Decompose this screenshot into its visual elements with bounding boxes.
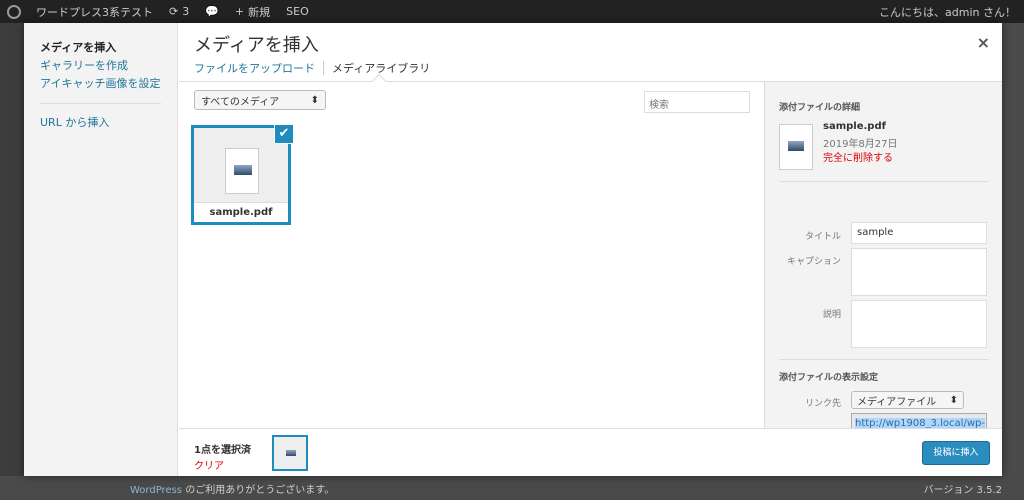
selected-thumbnail[interactable]	[272, 435, 308, 471]
link-to-value: メディアファイル	[857, 396, 937, 408]
select-arrows-icon: ⬍	[310, 94, 319, 106]
delete-permanently-link[interactable]: 完全に削除する	[823, 149, 893, 164]
media-router: ファイルをアップロード メディアライブラリ	[194, 60, 438, 76]
modal-title: メディアを挿入	[194, 35, 319, 56]
menu-separator	[40, 103, 161, 104]
new-label: 新規	[248, 5, 271, 19]
tab-divider	[323, 61, 324, 75]
link-to-label: リンク先	[804, 399, 841, 409]
checkmark-icon[interactable]: ✔	[274, 124, 294, 144]
clear-selection-link[interactable]: クリア	[194, 457, 224, 472]
updates-link[interactable]: ⟳ 3	[161, 0, 197, 23]
admin-footer: WordPress のご利用ありがとうございます。 バージョン 3.5.2	[0, 476, 1024, 500]
footer-version: バージョン 3.5.2	[923, 484, 1002, 496]
document-thumbnail-icon	[779, 124, 813, 170]
tab-upload-files[interactable]: ファイルをアップロード	[194, 60, 323, 76]
title-field[interactable]: sample	[851, 222, 987, 244]
media-type-filter[interactable]: すべてのメディア ⬍	[194, 90, 326, 110]
details-filename: sample.pdf	[823, 121, 886, 132]
account-greeting[interactable]: こんにちは、admin さん！	[871, 0, 1024, 23]
caption-label: キャプション	[786, 257, 841, 267]
menu-item-insert-media[interactable]: メディアを挿入	[24, 39, 177, 57]
attachment-details-sidebar: 添付ファイルの詳細 sample.pdf 2019年8月27日 完全に削除する …	[764, 82, 1002, 435]
menu-item-create-gallery[interactable]: ギャラリーを作成	[24, 57, 177, 75]
menu-item-featured-image[interactable]: アイキャッチ画像を設定	[24, 75, 177, 93]
document-icon	[225, 148, 259, 194]
insert-into-post-button[interactable]: 投稿に挿入	[922, 441, 990, 465]
details-date: 2019年8月27日	[823, 139, 898, 150]
seo-link[interactable]: SEO	[278, 0, 317, 23]
page-backdrop	[1002, 23, 1024, 500]
refresh-icon: ⟳	[169, 5, 179, 18]
details-heading: 添付ファイルの詳細	[779, 103, 861, 113]
filter-value: すべてのメディア	[201, 96, 280, 108]
tab-media-library[interactable]: メディアライブラリ	[332, 60, 438, 76]
comments-link[interactable]: 💬	[197, 0, 227, 23]
comment-icon: 💬	[205, 5, 219, 18]
plus-icon: +	[234, 5, 245, 18]
attachment-filename: sample.pdf	[194, 202, 288, 222]
search-input[interactable]: 検索	[644, 91, 750, 113]
media-menu: メディアを挿入 ギャラリーを作成 アイキャッチ画像を設定 URL から挿入	[24, 23, 178, 476]
admin-menu-backdrop	[0, 23, 24, 500]
display-divider	[779, 359, 989, 360]
footer-thanks-text: のご利用ありがとうございます。	[182, 484, 335, 496]
new-content-link[interactable]: + 新規	[227, 0, 278, 23]
details-divider	[779, 181, 989, 182]
display-settings-heading: 添付ファイルの表示設定	[779, 373, 879, 383]
site-name-link[interactable]: ワードプレス3系テスト	[28, 0, 161, 23]
menu-item-insert-from-url[interactable]: URL から挿入	[24, 114, 177, 132]
site-name-label: ワードプレス3系テスト	[36, 5, 153, 19]
seo-label: SEO	[286, 5, 309, 18]
close-icon[interactable]: ×	[977, 33, 990, 52]
caption-field[interactable]	[851, 248, 987, 296]
description-label: 説明	[822, 310, 841, 320]
footer-thanks: WordPress のご利用ありがとうございます。	[130, 481, 334, 496]
link-to-select[interactable]: メディアファイル ⬍	[851, 391, 964, 409]
media-library-content: すべてのメディア ⬍ 検索 sample.pdf ✔	[179, 82, 764, 428]
greeting-label: こんにちは、admin さん！	[879, 5, 1016, 19]
admin-bar: ワードプレス3系テスト ⟳ 3 💬 + 新規 SEO こんにちは、admin さん！	[0, 0, 1024, 23]
title-label: タイトル	[804, 232, 841, 242]
wordpress-link[interactable]: WordPress	[130, 485, 182, 496]
description-field[interactable]	[851, 300, 987, 348]
select-arrows-icon: ⬍	[949, 394, 958, 406]
media-toolbar: 1点を選択済 クリア 投稿に挿入	[179, 428, 1002, 476]
media-modal: メディアを挿入 ギャラリーを作成 アイキャッチ画像を設定 URL から挿入 メデ…	[24, 23, 1002, 476]
wordpress-logo-icon[interactable]	[0, 0, 28, 23]
selection-count: 1点を選択済	[194, 445, 251, 456]
updates-count: 3	[182, 5, 190, 18]
